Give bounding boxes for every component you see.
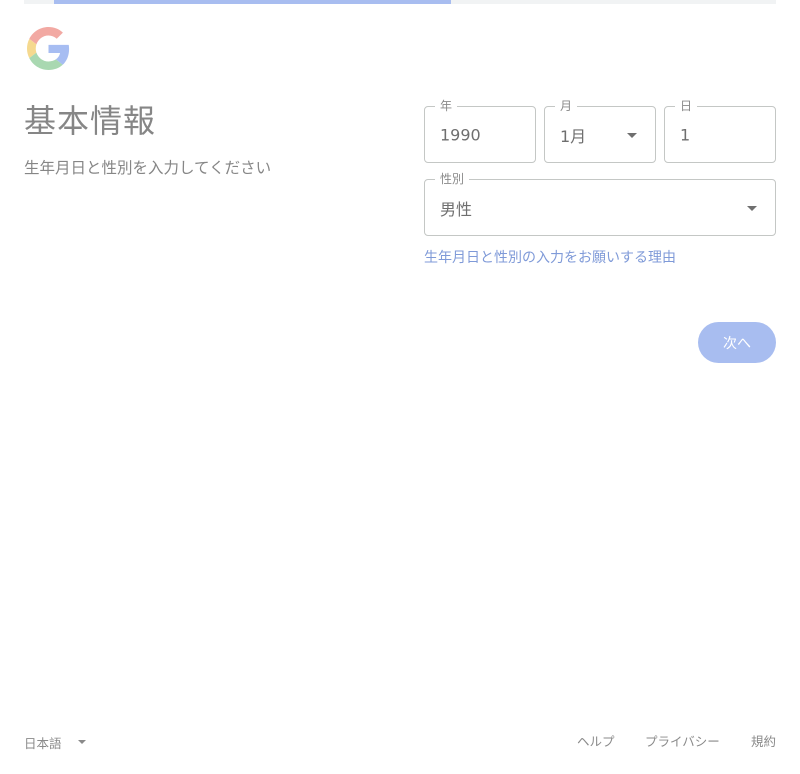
month-label: 月 — [555, 98, 578, 114]
gender-label: 性別 — [435, 171, 470, 187]
footer-privacy-link[interactable]: プライバシー — [645, 732, 720, 752]
chevron-down-icon — [77, 740, 86, 744]
year-label: 年 — [435, 98, 458, 114]
day-input[interactable]: 日 1 — [664, 98, 776, 163]
month-value: 1月 — [560, 126, 587, 146]
dropdown-arrow-icon — [747, 205, 757, 211]
footer-terms-link[interactable]: 規約 — [751, 732, 776, 752]
year-value: 1990 — [440, 125, 481, 144]
progress-bar — [24, 0, 776, 4]
page-title: 基本情報 — [24, 102, 157, 140]
language-select[interactable]: 日本語 — [24, 732, 86, 752]
page-subtitle: 生年月日と性別を入力してください — [24, 159, 272, 177]
language-label: 日本語 — [24, 735, 62, 751]
gender-value: 男性 — [440, 199, 473, 219]
dropdown-arrow-icon — [627, 132, 637, 138]
month-select[interactable]: 月 1月 — [544, 98, 656, 163]
gender-select[interactable]: 性別 男性 — [424, 171, 776, 236]
footer-help-link[interactable]: ヘルプ — [577, 732, 615, 752]
year-input[interactable]: 年 1990 — [424, 98, 536, 163]
next-button[interactable]: 次へ — [698, 322, 776, 363]
progress-bar-fill — [54, 0, 451, 4]
google-logo-icon — [27, 27, 70, 70]
day-label: 日 — [675, 98, 698, 114]
why-birthday-gender-link[interactable]: 生年月日と性別の入力をお願いする理由 — [424, 247, 676, 267]
day-value: 1 — [680, 125, 691, 144]
